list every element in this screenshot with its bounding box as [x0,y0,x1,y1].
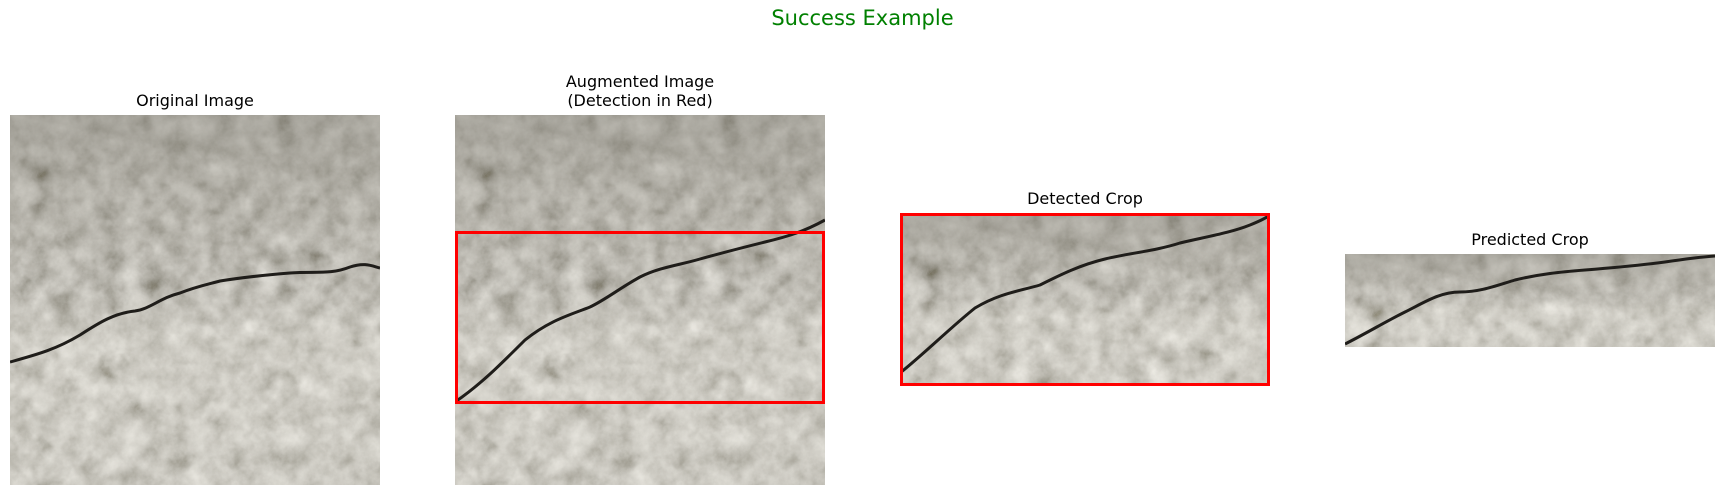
original-image [10,115,380,485]
panel-title-original: Original Image [136,91,254,110]
panel-title-predicted: Predicted Crop [1471,230,1589,249]
detection-box [455,231,825,404]
figure-title: Success Example [771,6,954,30]
panel-title-augmented: Augmented Image (Detection in Red) [565,72,715,110]
predicted-crop-image [1345,254,1715,347]
panel-title-detected: Detected Crop [1027,189,1143,208]
detected-crop-border [900,213,1270,386]
